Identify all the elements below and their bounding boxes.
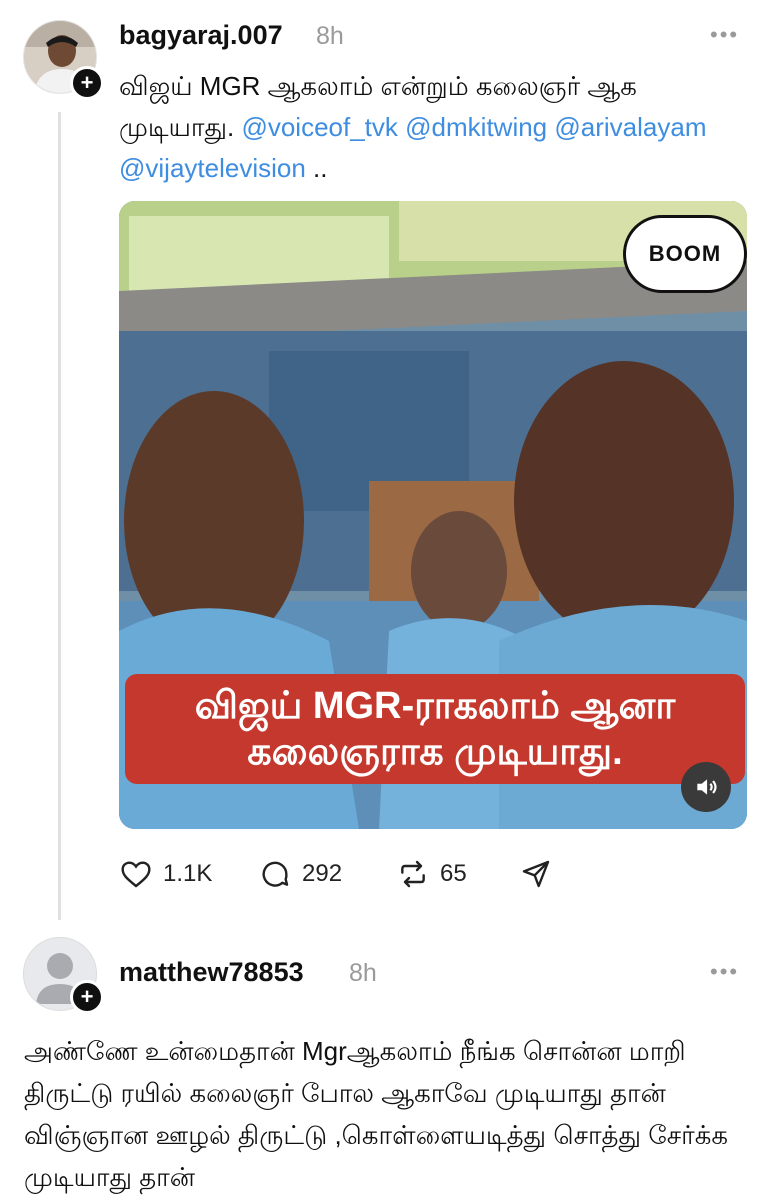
- reply-timestamp: 8h: [349, 959, 377, 987]
- like-button[interactable]: 1.1K: [119, 858, 212, 890]
- repost-icon: [401, 860, 425, 888]
- comment-icon: [262, 861, 289, 887]
- follow-plus-icon[interactable]: +: [70, 980, 104, 1014]
- share-button[interactable]: [519, 858, 563, 890]
- heart-icon: [121, 861, 151, 888]
- mention-link[interactable]: @arivalayam: [554, 112, 706, 142]
- caption-line: கலைஞராக முடியாது.: [247, 731, 623, 773]
- post-text: விஜய் MGR ஆகலாம் என்றும் கலைஞர் ஆக முடிய…: [119, 66, 719, 189]
- follow-plus-icon[interactable]: +: [70, 66, 104, 100]
- repost-button[interactable]: 65: [396, 858, 467, 890]
- reply-username[interactable]: matthew78853: [119, 957, 304, 988]
- mention-link[interactable]: @vijaytelevision: [119, 153, 306, 183]
- caption-line: விஜய் MGR-ராகலாம் ஆனா: [194, 685, 676, 727]
- more-horizontal-icon[interactable]: •••: [710, 959, 739, 985]
- thread-line: [58, 112, 61, 920]
- post-timestamp: 8h: [316, 22, 344, 50]
- reply-text: அண்ணே உன்மைதான் Mgrஆகலாம் நீங்க சொன்ன மா…: [24, 1036, 728, 1192]
- boom-badge: BOOM: [623, 215, 747, 293]
- like-count: 1.1K: [163, 860, 213, 887]
- post-text-suffix: ..: [313, 153, 328, 183]
- mention-link[interactable]: @voiceof_tvk: [241, 112, 397, 142]
- repost-count: 65: [440, 860, 467, 887]
- more-horizontal-icon[interactable]: •••: [710, 22, 739, 48]
- video-caption: விஜய் MGR-ராகலாம் ஆனா கலைஞராக முடியாது.: [125, 674, 745, 784]
- mention-link[interactable]: @dmkitwing: [405, 112, 547, 142]
- send-icon: [522, 860, 550, 888]
- post-username[interactable]: bagyaraj.007: [119, 20, 283, 51]
- comment-button[interactable]: 292: [258, 858, 342, 890]
- speaker-icon[interactable]: [681, 762, 731, 812]
- comment-count: 292: [302, 860, 343, 887]
